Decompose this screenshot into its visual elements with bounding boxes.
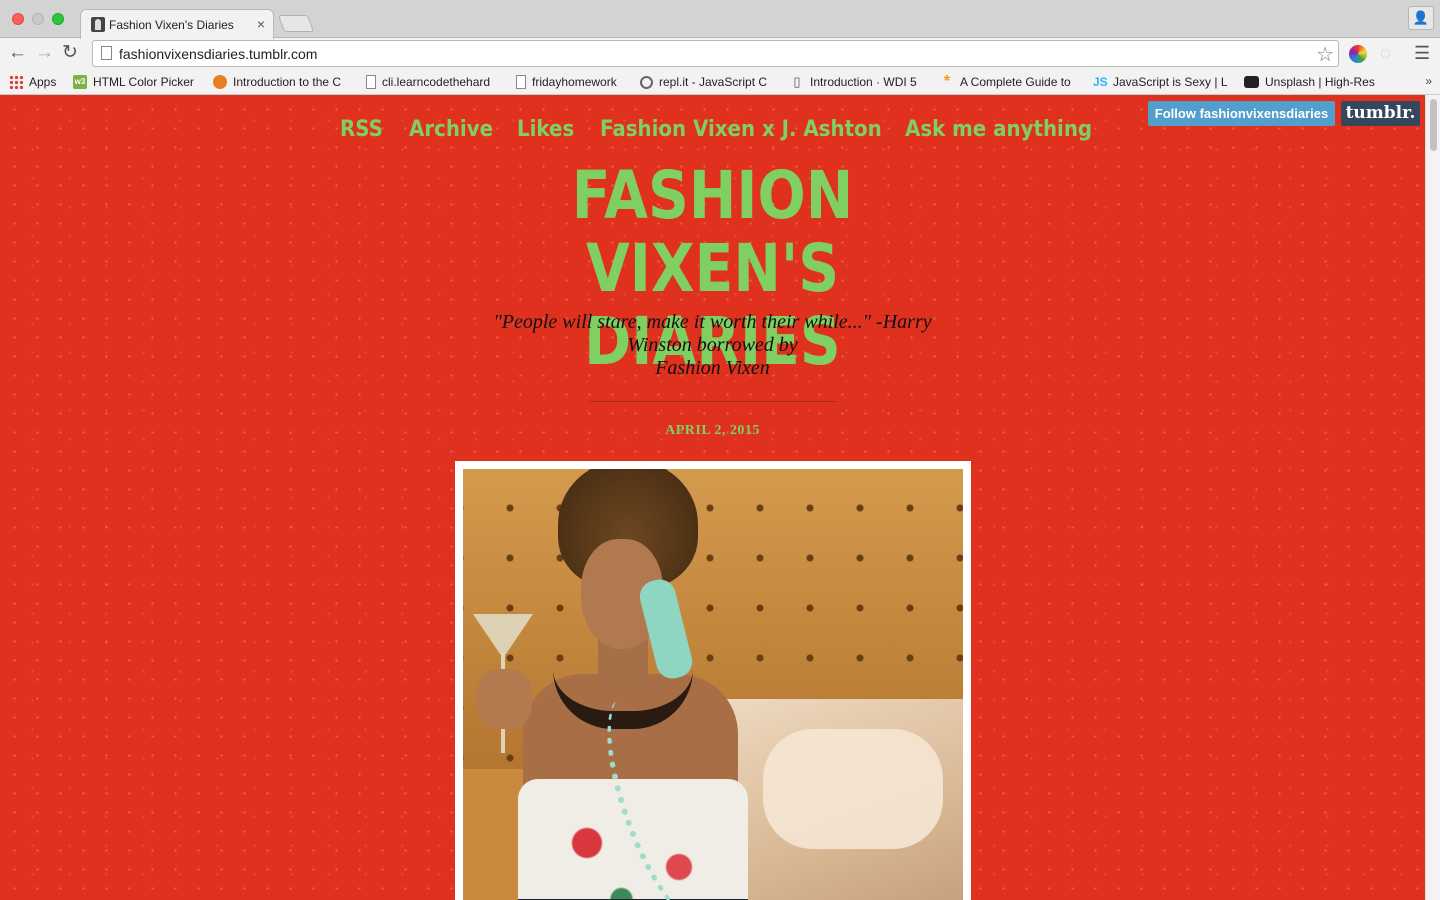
photo-hand <box>477 669 532 729</box>
nav-link-fashion-vixen-x-j-ashton[interactable]: Fashion Vixen x J. Ashton <box>600 117 882 142</box>
bookmark-unsplash[interactable]: Unsplash | High-Res <box>1244 74 1375 90</box>
maximize-window-button[interactable] <box>52 13 64 25</box>
js-icon: JS <box>1093 75 1108 89</box>
post-date[interactable]: APRIL 2, 2015 <box>560 423 865 439</box>
description-line: "People will stare, make it worth their … <box>493 311 932 333</box>
bookmark-javascript-is-sexy[interactable]: JS JavaScript is Sexy | L <box>1093 74 1228 90</box>
description-line: Winston borrowed by <box>627 334 798 356</box>
bookmark-introduction-c[interactable]: Introduction to the C <box>213 74 341 90</box>
bookmark-label: Apps <box>29 75 57 89</box>
bookmark-repl-it[interactable]: repl.it - JavaScript C <box>640 74 767 90</box>
tab-strip: Fashion Vixen's Diaries × 👤 <box>0 0 1440 39</box>
bookmark-complete-guide[interactable]: * A Complete Guide to <box>940 74 1071 90</box>
w3schools-icon: w3 <box>73 75 87 89</box>
page-icon <box>516 75 526 89</box>
repl-icon <box>640 75 653 89</box>
blog-nav: RSS Archive Likes Fashion Vixen x J. Ash… <box>340 117 1100 147</box>
close-window-button[interactable] <box>12 13 24 25</box>
forward-button[interactable]: → <box>35 43 54 63</box>
tab-title: Fashion Vixen's Diaries <box>109 18 234 32</box>
book-icon: ▯ <box>793 74 801 89</box>
scrollbar-thumb[interactable] <box>1430 99 1437 151</box>
bookmark-star-icon[interactable]: ☆ <box>1316 42 1334 67</box>
bookmark-apps[interactable]: Apps <box>9 74 56 90</box>
tab-close-icon[interactable]: × <box>257 16 265 32</box>
bookmark-label: repl.it - JavaScript C <box>659 75 768 89</box>
url-text[interactable]: fashionvixensdiaries.tumblr.com <box>119 46 317 62</box>
tab-active[interactable]: Fashion Vixen's Diaries × <box>80 9 274 39</box>
post-photo-frame <box>455 461 971 900</box>
minimize-window-button[interactable] <box>32 13 44 25</box>
orange-circle-icon <box>213 75 227 89</box>
blog-description: "People will stare, make it worth their … <box>470 311 955 380</box>
bookmarks-bar: Apps w3 HTML Color Picker Introduction to… <box>0 70 1440 95</box>
nav-link-ask-me-anything[interactable]: Ask me anything <box>905 117 1092 142</box>
address-bar[interactable]: fashionvixensdiaries.tumblr.com ☆ <box>92 40 1339 67</box>
post-photo[interactable] <box>463 469 963 900</box>
bookmark-label: A Complete Guide to <box>960 75 1071 89</box>
browser-toolbar: ← → ↻ fashionvixensdiaries.tumblr.com ☆ … <box>0 38 1440 70</box>
asterisk-icon: * <box>943 73 951 90</box>
bookmark-label: JavaScript is Sexy | L <box>1113 75 1228 89</box>
photo-pillow <box>763 729 943 849</box>
bookmark-wdi[interactable]: ▯ Introduction · WDI 5 <box>790 74 917 90</box>
new-tab-button[interactable] <box>277 15 315 32</box>
profile-icon[interactable]: 👤 <box>1408 6 1434 30</box>
page-icon <box>366 75 376 89</box>
tumblr-logo-button[interactable]: tumblr. <box>1341 101 1420 126</box>
menu-icon[interactable]: ☰ <box>1414 43 1430 64</box>
camera-icon <box>1244 76 1259 88</box>
reload-button[interactable]: ↻ <box>62 43 78 63</box>
bookmarks-overflow-icon[interactable]: » <box>1425 74 1432 88</box>
bookmark-label: Introduction · WDI 5 <box>810 75 917 89</box>
bookmark-cli-learncode[interactable]: cli.learncodethehard <box>366 74 490 90</box>
bookmark-label: cli.learncodethehard <box>382 75 491 89</box>
header-divider <box>590 401 836 402</box>
nav-link-rss[interactable]: RSS <box>340 117 383 142</box>
page-scrollbar[interactable] <box>1425 95 1440 900</box>
blog-page: Follow fashionvixensdiaries tumblr. RSS … <box>0 95 1425 900</box>
description-line: Fashion Vixen <box>655 357 770 379</box>
bookmark-label: fridayhomework <box>532 75 617 89</box>
bookmark-label: Introduction to the C <box>233 75 342 89</box>
nav-link-archive[interactable]: Archive <box>409 117 493 142</box>
bookmark-label: Unsplash | High-Res <box>1265 75 1375 89</box>
blog-title-line: FASHION VIXEN'S <box>571 157 854 307</box>
bookmark-html-color-picker[interactable]: w3 HTML Color Picker <box>73 74 194 90</box>
nav-link-likes[interactable]: Likes <box>517 117 574 142</box>
color-picker-extension-icon[interactable] <box>1349 45 1367 63</box>
page-icon <box>101 46 112 60</box>
tumblr-favicon-icon <box>91 17 105 32</box>
bookmark-label: HTML Color Picker <box>93 75 194 89</box>
follow-button[interactable]: Follow fashionvixensdiaries <box>1148 101 1335 126</box>
back-button[interactable]: ← <box>8 43 27 63</box>
bookmark-fridayhomework[interactable]: fridayhomework <box>516 74 617 90</box>
browser-chrome: Fashion Vixen's Diaries × 👤 ← → ↻ fashio… <box>0 0 1440 95</box>
extension-icon[interactable]: ◌ <box>1380 43 1391 64</box>
apps-grid-icon <box>9 75 23 89</box>
